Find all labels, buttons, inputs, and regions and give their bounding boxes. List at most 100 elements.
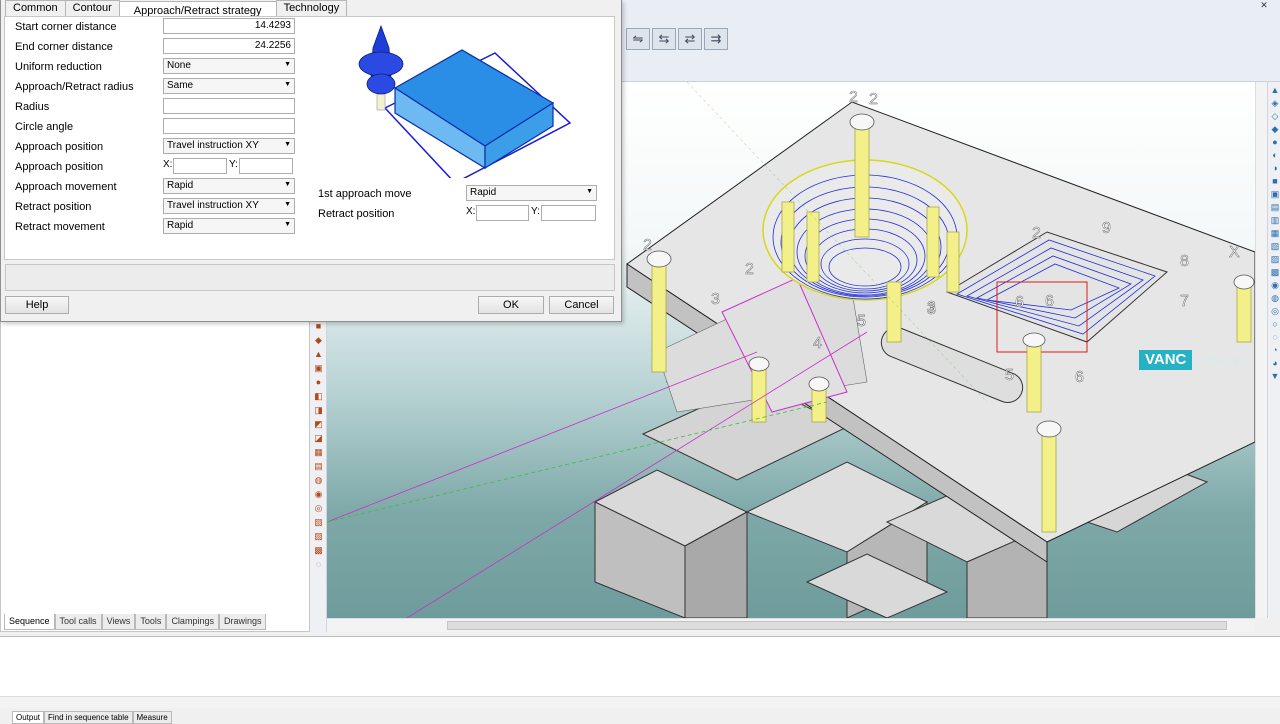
tool-icon[interactable]: ▥ bbox=[1270, 215, 1280, 225]
sequence-panel bbox=[0, 318, 310, 632]
tool-icon[interactable]: ● bbox=[1270, 137, 1280, 147]
tool-icon[interactable]: ▩ bbox=[1270, 267, 1280, 277]
viewport-label: 3 bbox=[711, 291, 720, 308]
tab-output[interactable]: Output bbox=[12, 711, 45, 724]
tab-technology[interactable]: Technology bbox=[275, 0, 348, 16]
tool-icon[interactable]: ▦ bbox=[313, 447, 324, 458]
tool-icon[interactable]: ▲ bbox=[1270, 85, 1280, 95]
tool-icon[interactable]: ○ bbox=[1270, 319, 1280, 329]
approach-retract-dialog: Common Contour Approach/Retract strategy… bbox=[0, 0, 622, 322]
approach-retract-radius-select[interactable]: Same ▼ bbox=[163, 78, 295, 94]
toolbar-tool-icon-2[interactable]: ⇆ bbox=[652, 28, 676, 50]
tab-contour[interactable]: Contour bbox=[64, 0, 120, 16]
help-button[interactable]: Help bbox=[5, 296, 69, 314]
tab-sequence[interactable]: Sequence bbox=[4, 614, 55, 630]
approach-position-x-input[interactable] bbox=[173, 158, 227, 174]
tab-tools[interactable]: Tools bbox=[135, 614, 167, 630]
approach-position-y-label: Y: bbox=[229, 159, 238, 170]
dropdown-arrow-icon: ▼ bbox=[284, 201, 291, 208]
tool-icon[interactable]: ▲ bbox=[313, 349, 324, 360]
tab-measure[interactable]: Measure bbox=[132, 711, 172, 724]
tool-icon[interactable]: ◧ bbox=[313, 391, 324, 402]
tool-icon[interactable]: ◍ bbox=[1270, 293, 1280, 303]
approach-position-xy-label: Approach position bbox=[15, 161, 104, 173]
dropdown-arrow-icon: ▼ bbox=[284, 221, 291, 228]
approach-movement-select[interactable]: Rapid ▼ bbox=[163, 178, 295, 194]
tool-icon[interactable]: ◆ bbox=[1270, 124, 1280, 134]
viewport-label: 2 bbox=[1032, 225, 1041, 242]
tool-icon[interactable]: ◎ bbox=[313, 503, 324, 514]
start-corner-distance-input[interactable]: 14.4293 bbox=[163, 18, 295, 34]
tool-icon[interactable]: ◪ bbox=[313, 433, 324, 444]
output-scrollbar[interactable] bbox=[0, 696, 1280, 708]
scroll-thumb[interactable] bbox=[447, 621, 1227, 630]
tool-icon[interactable]: ● bbox=[313, 377, 324, 388]
tool-icon[interactable]: ▧ bbox=[313, 517, 324, 528]
circle-angle-input[interactable] bbox=[163, 118, 295, 134]
tool-icon[interactable]: ◌ bbox=[1270, 332, 1280, 342]
viewport-label: X bbox=[1229, 244, 1240, 261]
viewport-horizontal-scrollbar[interactable] bbox=[327, 618, 1255, 632]
left-tool-strip: ■ ◆ ▲ ▣ ● ◧ ◨ ◩ ◪ ▦ ▤ ◍ ◉ ◎ ▧ ▨ ▩ ◌ bbox=[310, 318, 327, 632]
tool-icon[interactable]: ■ bbox=[313, 321, 324, 332]
tool-icon[interactable]: ◆ bbox=[313, 335, 324, 346]
tab-clampings[interactable]: Clampings bbox=[166, 614, 219, 630]
tool-icon[interactable]: ▨ bbox=[1270, 254, 1280, 264]
retract-position-y-input[interactable] bbox=[541, 205, 596, 221]
retract-position-select[interactable]: Travel instruction XY ▼ bbox=[163, 198, 295, 214]
tool-icon[interactable]: ◉ bbox=[1270, 280, 1280, 290]
dialog-tabs: Common Contour Approach/Retract strategy… bbox=[5, 0, 348, 18]
tool-icon[interactable]: ▤ bbox=[313, 461, 324, 472]
tool-icon[interactable]: ◇ bbox=[1270, 111, 1280, 121]
tab-common[interactable]: Common bbox=[5, 0, 66, 16]
tool-icon[interactable]: ◍ bbox=[313, 475, 324, 486]
tool-icon[interactable]: ◉ bbox=[313, 489, 324, 500]
approach-position-y-input[interactable] bbox=[239, 158, 293, 174]
viewport-label: 3 bbox=[927, 299, 936, 316]
viewport-label: 4 bbox=[813, 335, 822, 352]
tool-icon[interactable]: ◈ bbox=[1270, 98, 1280, 108]
tool-icon[interactable]: ▦ bbox=[1270, 228, 1280, 238]
ok-button[interactable]: OK bbox=[478, 296, 544, 314]
tool-icon[interactable]: ▣ bbox=[313, 363, 324, 374]
tab-tool-calls[interactable]: Tool calls bbox=[54, 614, 102, 630]
approach-position-select[interactable]: Travel instruction XY ▼ bbox=[163, 138, 295, 154]
retract-position-x-input[interactable] bbox=[476, 205, 529, 221]
toolbar-tool-icon-3[interactable]: ⇄ bbox=[678, 28, 702, 50]
approach-position-value: Travel instruction XY bbox=[167, 140, 259, 151]
window-control-icon[interactable]: ✕ bbox=[1248, 0, 1280, 12]
tool-icon[interactable]: ▤ bbox=[1270, 202, 1280, 212]
retract-movement-select[interactable]: Rapid ▼ bbox=[163, 218, 295, 234]
first-approach-move-select[interactable]: Rapid ▼ bbox=[466, 185, 597, 201]
tool-icon[interactable]: ▧ bbox=[1270, 241, 1280, 251]
tool-icon[interactable]: ◎ bbox=[1270, 306, 1280, 316]
end-corner-distance-input[interactable]: 24.2256 bbox=[163, 38, 295, 54]
cancel-button[interactable]: Cancel bbox=[549, 296, 614, 314]
tool-icon[interactable]: ◩ bbox=[313, 419, 324, 430]
uniform-reduction-value: None bbox=[167, 60, 191, 71]
tab-views[interactable]: Views bbox=[101, 614, 136, 630]
tool-icon[interactable]: ▣ bbox=[1270, 189, 1280, 199]
retract-movement-label: Retract movement bbox=[15, 221, 105, 233]
tool-icon[interactable]: ■ bbox=[1270, 176, 1280, 186]
tool-icon[interactable]: ◨ bbox=[313, 405, 324, 416]
tool-icon[interactable]: ◌ bbox=[313, 559, 324, 570]
radius-input[interactable] bbox=[163, 98, 295, 114]
retract-position-xy-label: Retract position bbox=[318, 208, 395, 220]
approach-illustration bbox=[358, 24, 572, 178]
toolbar-tool-icon-1[interactable]: ⇋ bbox=[626, 28, 650, 50]
retract-position-x-label: X: bbox=[466, 206, 476, 217]
tool-icon[interactable]: ▨ bbox=[313, 531, 324, 542]
tool-icon[interactable]: ◐ bbox=[1270, 150, 1280, 160]
viewport-label: 2 bbox=[849, 89, 858, 106]
tab-find-in-sequence-table[interactable]: Find in sequence table bbox=[44, 711, 133, 724]
tool-icon[interactable]: ▩ bbox=[313, 545, 324, 556]
tool-icon[interactable]: ▼ bbox=[1270, 371, 1280, 381]
viewport-vertical-scrollbar[interactable] bbox=[1255, 82, 1267, 618]
tool-icon[interactable]: ◔ bbox=[1270, 345, 1280, 355]
tool-icon[interactable]: ◕ bbox=[1270, 358, 1280, 368]
tool-icon[interactable]: ◑ bbox=[1270, 163, 1280, 173]
tab-drawings[interactable]: Drawings bbox=[218, 614, 267, 630]
toolbar-tool-icon-4[interactable]: ⇉ bbox=[704, 28, 728, 50]
uniform-reduction-select[interactable]: None ▼ bbox=[163, 58, 295, 74]
